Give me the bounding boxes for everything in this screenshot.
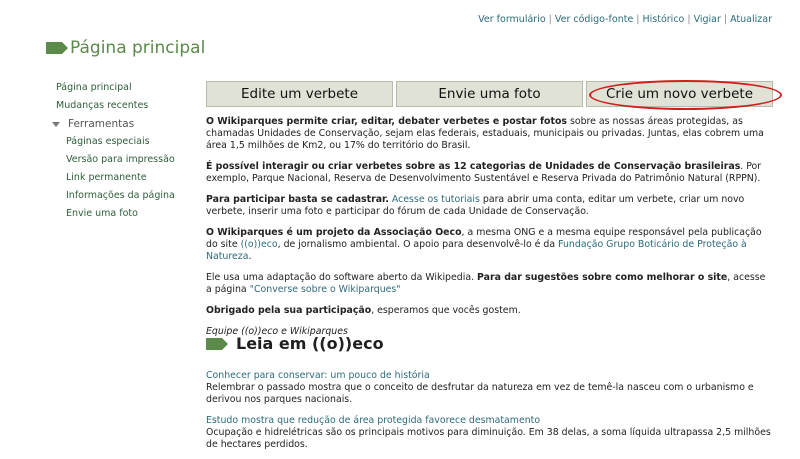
page-title: Página principal (46, 38, 205, 58)
p4-end: . (248, 251, 252, 263)
page-title-text: Página principal (70, 38, 206, 58)
action-buttons: Edite um verbete Envie uma foto Crie um … (206, 80, 782, 110)
sidebar: Página principal Mudanças recentes Ferra… (52, 82, 175, 226)
tools-group-label: Ferramentas (68, 118, 135, 130)
create-article-button[interactable]: Crie um novo verbete (586, 80, 782, 110)
flag-icon (206, 337, 228, 350)
p3-bold: Para participar basta se cadastrar. (206, 194, 389, 206)
news-item: Estudo mostra que redução de área proteg… (206, 415, 771, 452)
sidebar-item-page-info[interactable]: Informações da página (66, 190, 175, 201)
sidebar-item-upload-photo[interactable]: Envie uma foto (66, 208, 175, 219)
news-summary-1: Relembrar o passado mostra que o conceit… (206, 382, 754, 406)
news-link-1[interactable]: Conhecer para conservar: um pouco de his… (206, 370, 771, 382)
intro-paragraph-5: Ele usa uma adaptação do software aberto… (206, 272, 771, 296)
p5-text: Ele usa uma adaptação do software aberto… (206, 272, 478, 284)
news-item: Conhecer para conservar: um pouco de his… (206, 370, 771, 407)
news-summary-2: Ocupação e hidrelétricas são os principa… (206, 426, 771, 451)
p4-text-2: , de jornalismo ambiental. O apoio para … (277, 239, 559, 251)
intro-paragraph-3: Para participar basta se cadastrar. Aces… (206, 194, 771, 218)
p6-text: , esperamos que vocês gostem. (371, 304, 521, 316)
p6-bold: Obrigado pela sua participação (206, 304, 372, 316)
triangle-down-icon (52, 121, 60, 127)
flag-icon (46, 42, 68, 54)
tools-group-toggle[interactable]: Ferramentas (52, 118, 175, 130)
section-heading: Leia em ((o))eco (206, 334, 384, 353)
sidebar-item-recent-changes[interactable]: Mudanças recentes (56, 100, 175, 111)
news-list: Conhecer para conservar: um pouco de his… (206, 370, 771, 459)
intro-content: O Wikiparques permite criar, editar, deb… (206, 116, 771, 346)
converse-link[interactable]: "Converse sobre o Wikiparques" (250, 284, 401, 295)
watch-link[interactable]: Vigiar (694, 14, 721, 25)
p4-bold: O Wikiparques é um projeto da Associação… (206, 226, 462, 238)
tutorials-link[interactable]: Acesse os tutoriais (392, 194, 480, 205)
intro-paragraph-1: O Wikiparques permite criar, editar, deb… (206, 116, 771, 153)
sidebar-item-print-version[interactable]: Versão para impressão (66, 154, 175, 165)
section-heading-text: Leia em ((o))eco (236, 334, 384, 353)
sidebar-item-main-page[interactable]: Página principal (56, 82, 175, 93)
page-actions: Ver formulário | Ver código-fonte | Históric… (478, 14, 772, 25)
p2-bold: É possível interagir ou criar verbetes s… (206, 161, 741, 173)
news-link-2[interactable]: Estudo mostra que redução de área proteg… (206, 415, 771, 427)
intro-paragraph-4: O Wikiparques é um projeto da Associação… (206, 227, 771, 264)
p5-bold: Para dar sugestões sobre como melhorar o… (477, 272, 728, 284)
sidebar-item-special-pages[interactable]: Páginas especiais (66, 136, 175, 147)
view-source-link[interactable]: Ver código-fonte (555, 14, 633, 25)
upload-photo-button[interactable]: Envie uma foto (396, 81, 583, 107)
history-link[interactable]: Histórico (643, 14, 685, 25)
edit-article-button[interactable]: Edite um verbete (206, 81, 393, 107)
view-form-link[interactable]: Ver formulário (478, 14, 546, 25)
intro-paragraph-6: Obrigado pela sua participação, esperamo… (206, 305, 771, 317)
sidebar-item-permanent-link[interactable]: Link permanente (66, 172, 175, 183)
p1-bold: O Wikiparques permite criar, editar, deb… (206, 116, 567, 127)
intro-paragraph-2: É possível interagir ou criar verbetes s… (206, 161, 771, 185)
refresh-link[interactable]: Atualizar (730, 14, 772, 25)
oeco-link[interactable]: ((o))eco (241, 239, 278, 250)
